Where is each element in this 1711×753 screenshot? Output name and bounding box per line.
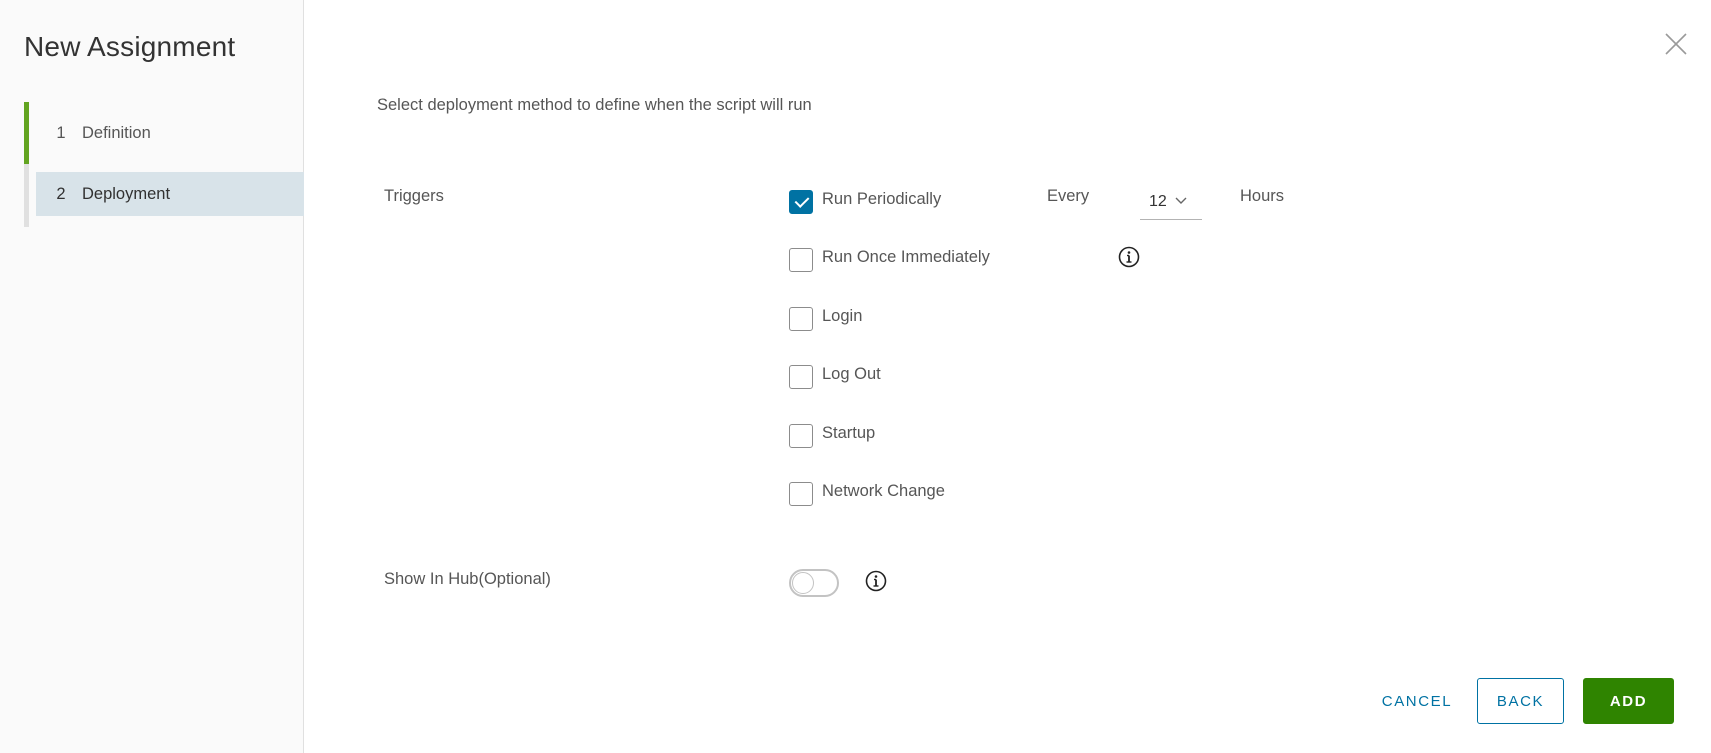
show-in-hub-label: Show In Hub(Optional) [384, 570, 551, 588]
cancel-button[interactable]: CANCEL [1369, 678, 1465, 724]
close-icon[interactable] [1663, 31, 1689, 57]
wizard-step-definition[interactable]: 1 Definition [36, 111, 304, 155]
interval-value: 12 [1149, 192, 1167, 210]
every-label: Every [1047, 187, 1090, 205]
trigger-network-change[interactable]: Network Change [789, 481, 945, 507]
checkbox-label: Run Periodically [822, 189, 942, 208]
info-icon[interactable] [1118, 246, 1140, 268]
checkbox-label: Startup [822, 423, 876, 442]
trigger-run-periodically[interactable]: Run Periodically [789, 189, 941, 215]
log-out-checkbox[interactable] [789, 365, 813, 389]
run-periodically-checkbox[interactable] [789, 190, 813, 214]
checkbox-label: Run Once Immediately [822, 247, 990, 266]
step-progress-complete-indicator [24, 102, 29, 164]
checkbox-label: Network Change [822, 481, 945, 500]
wizard-step-deployment[interactable]: 2 Deployment [36, 172, 304, 216]
network-change-checkbox[interactable] [789, 482, 813, 506]
wizard-title: New Assignment [24, 31, 236, 62]
step-number: 2 [56, 184, 66, 203]
login-checkbox[interactable] [789, 307, 813, 331]
startup-checkbox[interactable] [789, 424, 813, 448]
checkbox-label: Log Out [822, 364, 881, 383]
hours-label: Hours [1240, 187, 1285, 205]
run-once-immediately-checkbox[interactable] [789, 248, 813, 272]
show-in-hub-toggle[interactable] [789, 569, 839, 597]
step-label: Definition [82, 123, 151, 142]
step-label: Deployment [82, 184, 171, 203]
info-icon[interactable] [865, 570, 887, 592]
wizard-sidebar: New Assignment 1 Definition 2 Deployment [0, 0, 304, 753]
add-button[interactable]: ADD [1583, 678, 1674, 724]
trigger-login[interactable]: Login [789, 306, 862, 332]
chevron-down-icon [1175, 197, 1187, 204]
trigger-startup[interactable]: Startup [789, 423, 875, 449]
triggers-label: Triggers [384, 187, 444, 205]
deployment-intro-text: Select deployment method to define when … [377, 96, 812, 114]
interval-select[interactable]: 12 [1140, 184, 1202, 220]
checkbox-label: Login [822, 306, 863, 325]
step-number: 1 [56, 123, 66, 142]
trigger-log-out[interactable]: Log Out [789, 364, 881, 390]
trigger-run-once-immediately[interactable]: Run Once Immediately [789, 247, 990, 273]
back-button[interactable]: BACK [1477, 678, 1564, 724]
toggle-knob [792, 572, 814, 594]
